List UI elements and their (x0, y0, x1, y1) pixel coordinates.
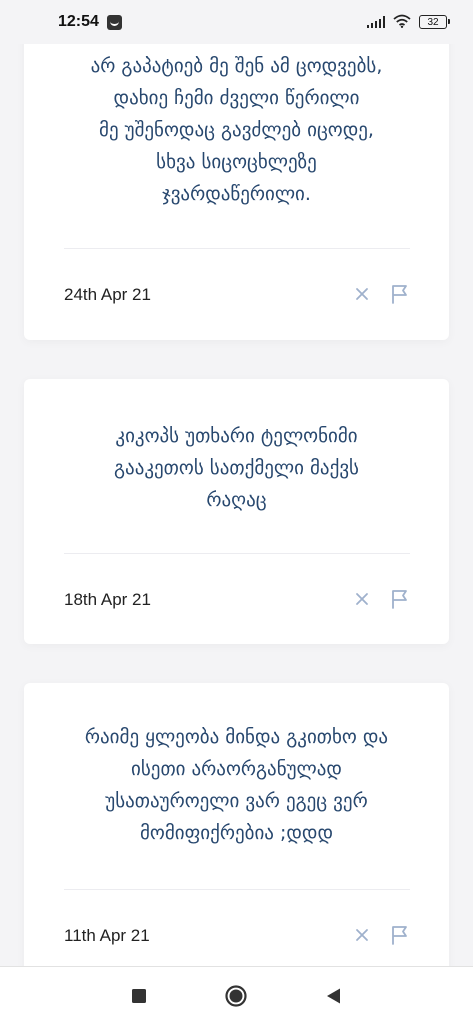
signal-icon (367, 16, 385, 28)
message-date: 24th Apr 21 (64, 285, 151, 304)
flag-icon (392, 285, 407, 304)
dismiss-button[interactable] (351, 588, 373, 610)
message-date: 18th Apr 21 (64, 590, 151, 609)
back-button[interactable] (314, 976, 354, 1016)
close-icon (356, 929, 368, 941)
close-icon (356, 288, 368, 300)
report-button[interactable] (389, 924, 411, 946)
flag-icon (392, 590, 407, 609)
message-text: კიკოპს უთხარი ტელონიმი გააკეთოს სათქმელი… (114, 425, 359, 511)
card-divider (64, 553, 410, 554)
flag-icon (392, 926, 407, 945)
battery-indicator: 32 (419, 15, 450, 29)
messages-feed[interactable]: არ გაპატიებ მე შენ ამ ცოდვებს, დახიე ჩემ… (0, 0, 473, 966)
message-card: რაიმე ყლეობა მინდა გკითხო და ისეთი არაორ… (24, 683, 449, 966)
report-button[interactable] (389, 283, 411, 305)
wifi-icon (393, 13, 411, 32)
card-divider (64, 889, 410, 890)
square-icon (131, 988, 146, 1003)
dismiss-button[interactable] (351, 283, 373, 305)
recents-button[interactable] (119, 976, 159, 1016)
report-button[interactable] (389, 588, 411, 610)
notification-app-icon (106, 14, 122, 30)
triangle-back-icon (327, 988, 341, 1003)
status-time: 12:54 (58, 13, 99, 30)
message-card: არ გაპატიებ მე შენ ამ ცოდვებს, დახიე ჩემ… (24, 0, 449, 340)
system-navigation-bar (0, 966, 473, 1024)
message-card: კიკოპს უთხარი ტელონიმი გააკეთოს სათქმელი… (24, 379, 449, 644)
dismiss-button[interactable] (351, 924, 373, 946)
home-button[interactable] (216, 976, 256, 1016)
message-text: არ გაპატიებ მე შენ ამ ცოდვებს, დახიე ჩემ… (90, 55, 383, 205)
message-text: რაიმე ყლეობა მინდა გკითხო და ისეთი არაორ… (84, 726, 389, 844)
circle-icon (225, 984, 248, 1007)
status-bar: 12:54 32 (0, 0, 473, 44)
card-divider (64, 248, 410, 249)
close-icon (356, 593, 368, 605)
message-date: 11th Apr 21 (64, 926, 150, 945)
